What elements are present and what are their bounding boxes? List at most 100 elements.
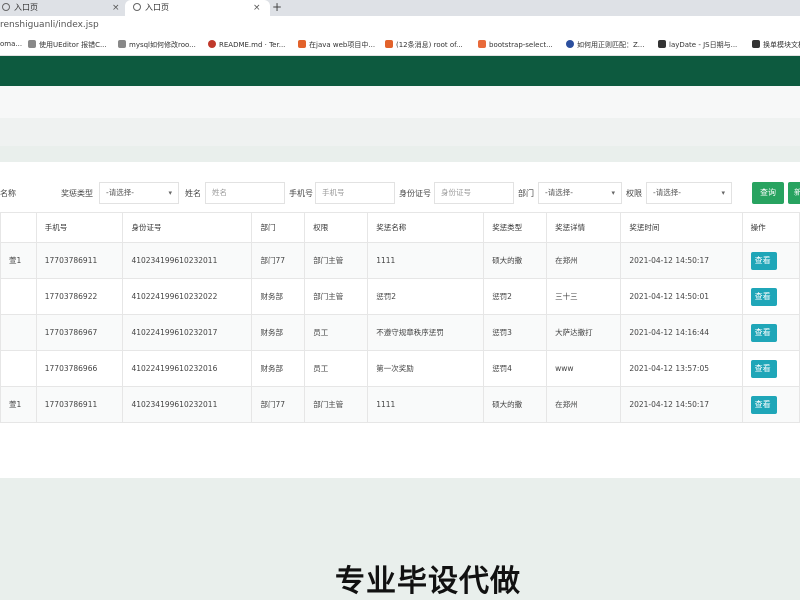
add-button[interactable]: 新: [788, 182, 800, 204]
table-cell: 第一次奖励: [367, 350, 485, 387]
table-cell: 2021-04-12 14:50:01: [620, 278, 743, 315]
table-cell: 部门主管: [304, 386, 369, 423]
bookmark-favicon-icon: [208, 40, 216, 48]
table-cell: 17703786922: [35, 278, 124, 315]
phone-label: 手机号: [289, 189, 313, 198]
table-cell: 财务部: [251, 278, 306, 315]
bookmark-favicon-icon: [298, 40, 306, 48]
bookmark-favicon-icon: [566, 40, 574, 48]
table-cell: 惩罚2: [483, 278, 548, 315]
table-cell: 在郑州: [546, 242, 622, 279]
table-cell: 1111: [367, 242, 485, 279]
table-cell: 在郑州: [546, 386, 622, 423]
table-cell: 1111: [367, 386, 485, 423]
nav-strip: [0, 86, 800, 118]
table-row: 萱1 17703786911 410234199610232011 部门77 部…: [0, 386, 800, 423]
table-cell: 17703786967: [35, 314, 124, 351]
query-button[interactable]: 查询: [752, 182, 784, 204]
breadcrumb-strip: [0, 118, 800, 146]
table-cell: 财务部: [251, 314, 306, 351]
bookmark-favicon-icon: [385, 40, 393, 48]
table-cell: 部门77: [251, 386, 306, 423]
column-header: [0, 212, 37, 243]
bookmark-item[interactable]: bootstrap-select...: [478, 40, 553, 49]
bookmark-favicon-icon: [478, 40, 486, 48]
close-icon[interactable]: ×: [112, 0, 120, 16]
table-cell: 410224199610232016: [122, 350, 253, 387]
browser-tab-active[interactable]: 入口页 ×: [125, 0, 270, 16]
globe-icon: [133, 3, 141, 11]
department-label: 部门: [518, 189, 534, 198]
table-cell: [0, 350, 37, 387]
chevron-down-icon: ▾: [168, 189, 172, 197]
table-cell: 410224199610232017: [122, 314, 253, 351]
view-button[interactable]: 查看: [750, 395, 777, 414]
close-icon[interactable]: ×: [253, 0, 261, 16]
name-input[interactable]: 姓名: [205, 182, 285, 204]
table-header-row: 手机号 身份证号 部门 权限 奖惩名称 奖惩类型 奖惩详情 奖惩时间 操作: [0, 212, 800, 243]
new-tab-button[interactable]: +: [272, 0, 282, 15]
name-label: 姓名: [185, 189, 201, 198]
bookmark-item[interactable]: README.md · Ter...: [208, 40, 285, 49]
table-cell: 410234199610232011: [122, 242, 253, 279]
table-cell: 员工: [304, 314, 369, 351]
id-number-input[interactable]: 身份证号: [434, 182, 514, 204]
award-type-label: 奖惩类型: [61, 189, 93, 198]
bookmark-item[interactable]: (12条消息) root of...: [385, 40, 463, 50]
bookmark-item[interactable]: 使用UEditor 报错C...: [28, 40, 107, 50]
role-label: 权限: [626, 189, 642, 198]
table-cell: 硕大的撒: [483, 386, 548, 423]
id-number-label: 身份证号: [399, 189, 431, 198]
view-button[interactable]: 查看: [750, 359, 777, 378]
column-header: 操作: [741, 212, 800, 243]
award-type-select[interactable]: -请选择- ▾: [99, 182, 179, 204]
table-cell: 惩罚4: [483, 350, 548, 387]
table-cell: 部门主管: [304, 278, 369, 315]
records-table: 手机号 身份证号 部门 权限 奖惩名称 奖惩类型 奖惩详情 奖惩时间 操作 萱1…: [0, 212, 800, 423]
table-cell: 萱1: [0, 386, 37, 423]
table-row: 17703786967 410224199610232017 财务部 员工 不遵…: [0, 314, 800, 351]
tab-title: 入口页: [14, 3, 38, 12]
phone-input[interactable]: 手机号: [315, 182, 395, 204]
bookmark-item[interactable]: 如何用正则匹配：Z...: [566, 40, 644, 50]
column-header: 权限: [304, 212, 369, 243]
table-cell: 查看: [741, 314, 800, 351]
table-cell: 查看: [741, 350, 800, 387]
overlay-caption: 专业毕设代做: [335, 564, 521, 599]
department-select[interactable]: -请选择- ▾: [538, 182, 622, 204]
bookmark-item[interactable]: 在java web项目中...: [298, 40, 375, 50]
table-cell: 硕大的撒: [483, 242, 548, 279]
view-button[interactable]: 查看: [750, 323, 777, 342]
bookmark-item[interactable]: layDate - JS日期与...: [658, 40, 737, 50]
table-cell: [0, 314, 37, 351]
bookmark-favicon-icon: [658, 40, 666, 48]
view-button[interactable]: 查看: [750, 287, 777, 306]
bookmark-item[interactable]: oma...: [0, 40, 22, 48]
role-select[interactable]: -请选择- ▾: [646, 182, 732, 204]
bookmark-item[interactable]: mysql如何修改roo...: [118, 40, 196, 50]
url-text[interactable]: renshiguanli/index.jsp: [0, 20, 99, 30]
column-header: 手机号: [35, 212, 124, 243]
table-cell: 三十三: [546, 278, 622, 315]
bookmark-item[interactable]: 换单模块文档: [752, 40, 800, 50]
table-cell: 财务部: [251, 350, 306, 387]
browser-tab[interactable]: 入口页 ×: [0, 0, 125, 16]
table-cell: 2021-04-12 14:50:17: [620, 386, 743, 423]
table-cell: 查看: [741, 386, 800, 423]
bookmark-favicon-icon: [28, 40, 36, 48]
view-button[interactable]: 查看: [750, 251, 777, 270]
column-header: 奖惩类型: [483, 212, 548, 243]
table-row: 17703786922 410224199610232022 财务部 部门主管 …: [0, 278, 800, 315]
address-bar[interactable]: renshiguanli/index.jsp: [0, 16, 800, 36]
table-row: 17703786966 410224199610232016 财务部 员工 第一…: [0, 350, 800, 387]
table-cell: 部门77: [251, 242, 306, 279]
table-row: 萱1 17703786911 410234199610232011 部门77 部…: [0, 242, 800, 279]
table-cell: 17703786966: [35, 350, 124, 387]
table-cell: 17703786911: [35, 386, 124, 423]
table-cell: 惩罚3: [483, 314, 548, 351]
chevron-down-icon: ▾: [721, 189, 725, 197]
table-cell: 2021-04-12 13:57:05: [620, 350, 743, 387]
table-cell: 2021-04-12 14:16:44: [620, 314, 743, 351]
table-cell: 不遵守规章秩序惩罚: [367, 314, 485, 351]
table-cell: 查看: [741, 278, 800, 315]
